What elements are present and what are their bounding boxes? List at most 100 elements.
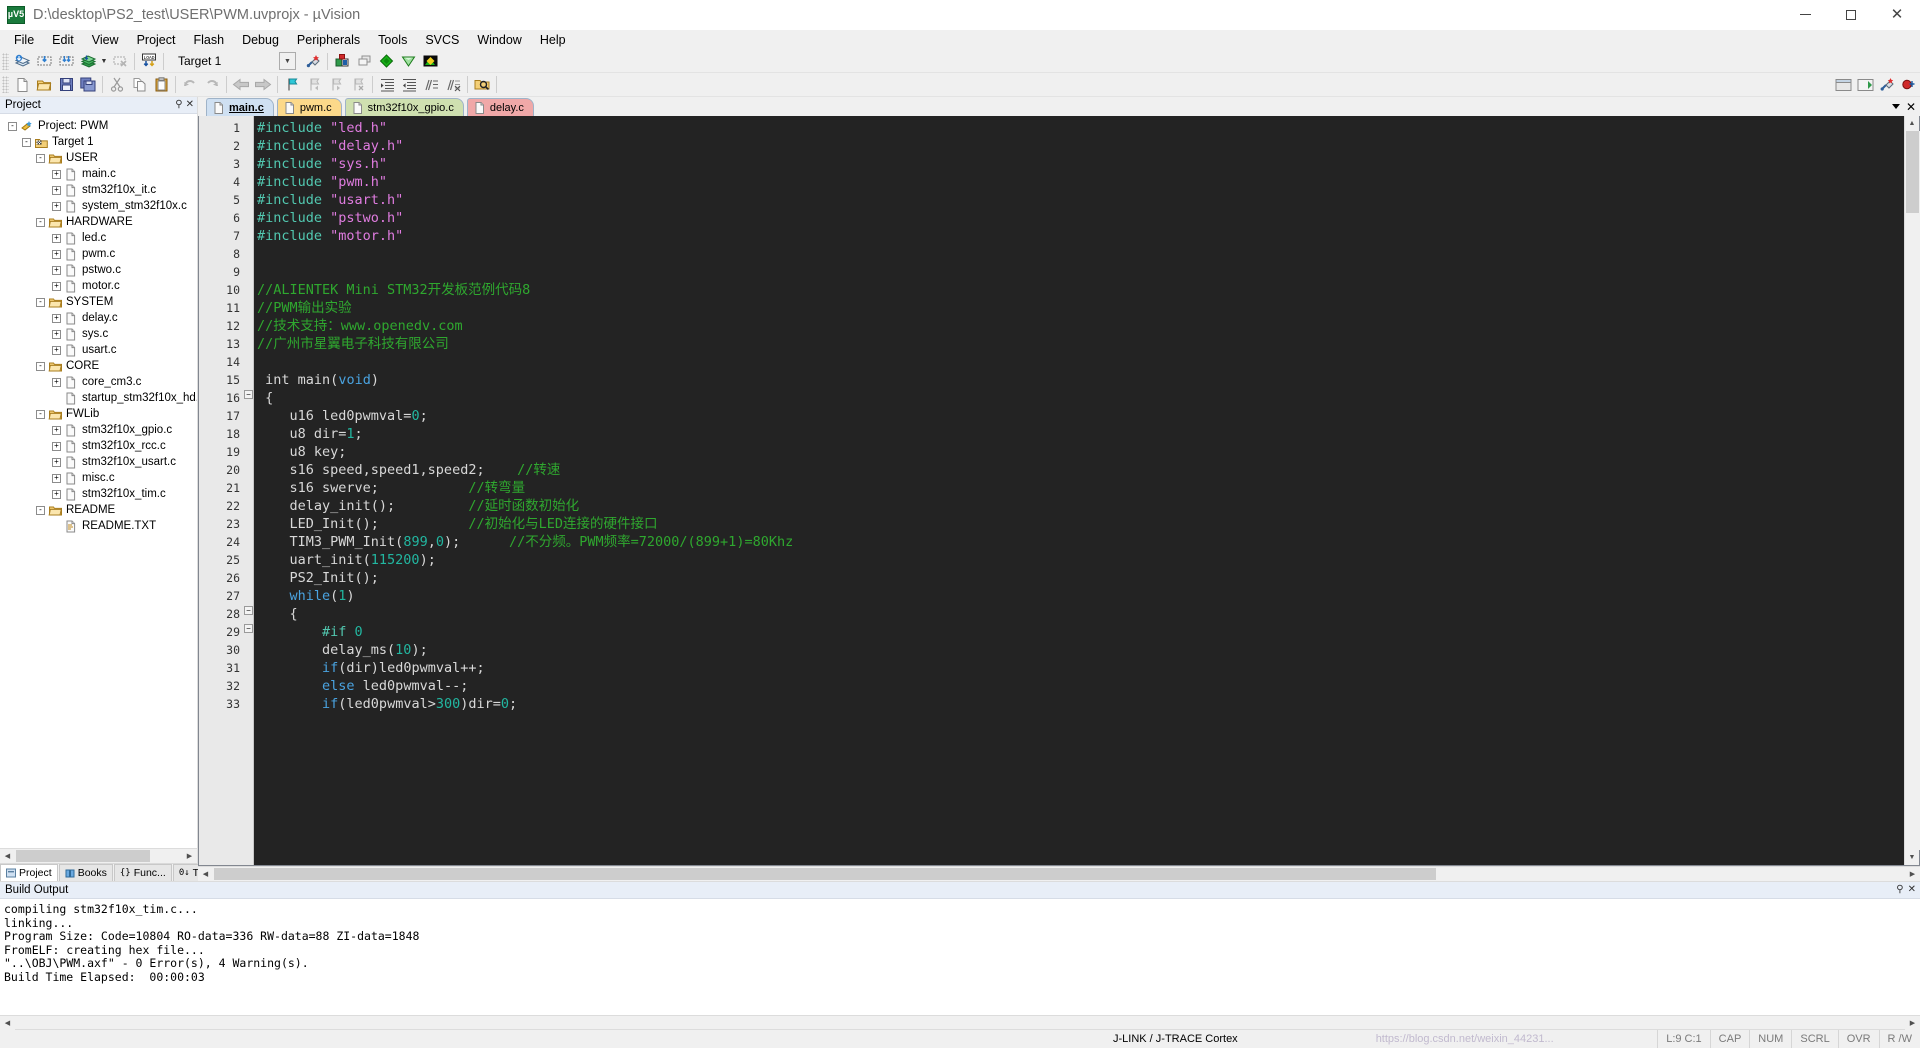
cut-icon[interactable] [106,74,128,95]
expander-icon[interactable]: + [52,281,61,291]
tree-item-startup-s[interactable]: startup_stm32f10x_hd.s [0,390,197,406]
batch-build-dropdown-icon[interactable]: ▼ [99,51,109,72]
tree-item-system-stm32f10x-c[interactable]: + system_stm32f10x.c [0,198,197,214]
target-selector[interactable]: Target 1 ▼ [174,52,296,70]
menu-project[interactable]: Project [128,30,185,50]
menu-svcs[interactable]: SVCS [416,30,468,50]
batch-build-icon[interactable] [77,51,99,72]
expander-icon[interactable]: + [52,473,61,483]
start-debug-icon[interactable] [1876,74,1898,95]
navigate-forward-icon[interactable] [252,74,274,95]
expander-icon[interactable]: - [36,505,45,515]
tree-item-main-c[interactable]: + main.c [0,166,197,182]
editor-tab-stm32f10x-gpio-c[interactable]: stm32f10x_gpio.c [344,98,464,116]
build-output-text[interactable]: compiling stm32f10x_tim.c... linking... … [0,899,1920,1015]
expander-icon[interactable]: + [52,313,61,323]
tree-item-target[interactable]: - Target 1 [0,134,197,150]
download-icon[interactable]: LOAD [138,51,160,72]
tree-item-delay-c[interactable]: + delay.c [0,310,197,326]
expander-icon[interactable]: - [36,409,45,419]
tab-project[interactable]: Project [0,864,58,881]
build-output-hscrollbar[interactable]: ◀ ▶ [0,1015,1920,1030]
paste-icon[interactable] [150,74,172,95]
menu-edit[interactable]: Edit [43,30,83,50]
tree-item-usart-c[interactable]: + usart.c [0,342,197,358]
editor-tab-delay-c[interactable]: delay.c [466,98,534,116]
expander-icon[interactable]: + [52,185,61,195]
tree-item-stm32f10x-gpio-c[interactable]: + stm32f10x_gpio.c [0,422,197,438]
code-text[interactable]: #include "led.h" #include "delay.h" #inc… [254,116,1904,865]
menu-help[interactable]: Help [531,30,575,50]
scroll-right-icon[interactable]: ▶ [1905,1015,1920,1030]
tree-group-readme[interactable]: - README [0,502,197,518]
tree-group-core[interactable]: - CORE [0,358,197,374]
utilities-pack-icon[interactable] [419,51,441,72]
scroll-left-icon[interactable]: ◀ [198,867,213,881]
menu-window[interactable]: Window [468,30,530,50]
close-icon[interactable]: ✕ [186,100,194,110]
editor-hscrollbar[interactable]: ◀ ▶ [198,866,1920,881]
bookmark-next-icon[interactable] [325,74,347,95]
tree-item-motor-c[interactable]: + motor.c [0,278,197,294]
find-in-files-icon[interactable] [471,74,493,95]
redo-icon[interactable] [201,74,223,95]
expander-icon[interactable]: + [52,169,61,179]
close-button[interactable]: ✕ [1874,0,1920,30]
comment-icon[interactable] [420,74,442,95]
menu-view[interactable]: View [83,30,128,50]
pin-icon[interactable]: ⚲ [1896,885,1903,895]
expander-icon[interactable]: + [52,425,61,435]
tree-item-stm32f10x-usart-c[interactable]: + stm32f10x_usart.c [0,454,197,470]
expander-icon[interactable]: + [52,377,61,387]
tree-item-project[interactable]: - Project: PWM [0,118,197,134]
scroll-right-icon[interactable]: ▶ [1905,867,1920,881]
tree-item-led-c[interactable]: + led.c [0,230,197,246]
expander-icon[interactable]: + [52,265,61,275]
target-options-icon[interactable] [302,51,324,72]
fold-toggle-icon[interactable]: − [244,390,253,399]
expander-icon[interactable]: + [52,457,61,467]
expander-icon[interactable]: - [36,217,45,227]
fold-toggle-icon[interactable]: − [244,624,253,633]
minimize-button[interactable] [1782,0,1828,30]
editor-tab-pwm-c[interactable]: pwm.c [276,98,342,116]
expander-icon[interactable]: + [52,441,61,451]
tree-item-stm32f10x-tim-c[interactable]: + stm32f10x_tim.c [0,486,197,502]
menu-peripherals[interactable]: Peripherals [288,30,369,50]
scroll-right-icon[interactable]: ▶ [182,849,197,863]
navigate-back-icon[interactable] [230,74,252,95]
tree-item-misc-c[interactable]: + misc.c [0,470,197,486]
configure-icon[interactable] [1854,74,1876,95]
tree-group-fwlib[interactable]: - FWLib [0,406,197,422]
tree-group-system[interactable]: - SYSTEM [0,294,197,310]
tree-item-sys-c[interactable]: + sys.c [0,326,197,342]
scroll-left-icon[interactable]: ◀ [0,1015,15,1030]
tree-group-user[interactable]: - USER [0,150,197,166]
tab-functions[interactable]: {} Func... [113,864,172,881]
expander-icon[interactable]: - [8,121,17,131]
pin-icon[interactable]: ⚲ [175,100,182,110]
project-tree-hscrollbar[interactable]: ◀ ▶ [0,848,197,863]
chevron-down-icon[interactable] [1891,104,1900,109]
menu-flash[interactable]: Flash [184,30,233,50]
expander-icon[interactable]: + [52,329,61,339]
toolbar-grip[interactable] [2,76,9,93]
scroll-track[interactable] [1904,131,1920,850]
chevron-down-icon[interactable]: ▼ [279,52,296,70]
menu-tools[interactable]: Tools [369,30,416,50]
editor-tab-main-c[interactable]: main.c [206,98,274,116]
translate-icon[interactable] [11,51,33,72]
select-software-packs-icon[interactable] [397,51,419,72]
tree-item-pstwo-c[interactable]: + pstwo.c [0,262,197,278]
manage-project-items-icon[interactable] [331,51,353,72]
menu-file[interactable]: File [5,30,43,50]
copy-icon[interactable] [128,74,150,95]
save-icon[interactable] [55,74,77,95]
outdent-icon[interactable] [398,74,420,95]
scroll-up-icon[interactable]: ▲ [1905,116,1920,131]
bookmark-clear-icon[interactable] [347,74,369,95]
insert-breakpoint-icon[interactable] [1898,74,1920,95]
close-icon[interactable]: ✕ [1908,885,1916,895]
tree-item-core-cm3-c[interactable]: + core_cm3.c [0,374,197,390]
fold-toggle-icon[interactable]: − [244,606,253,615]
